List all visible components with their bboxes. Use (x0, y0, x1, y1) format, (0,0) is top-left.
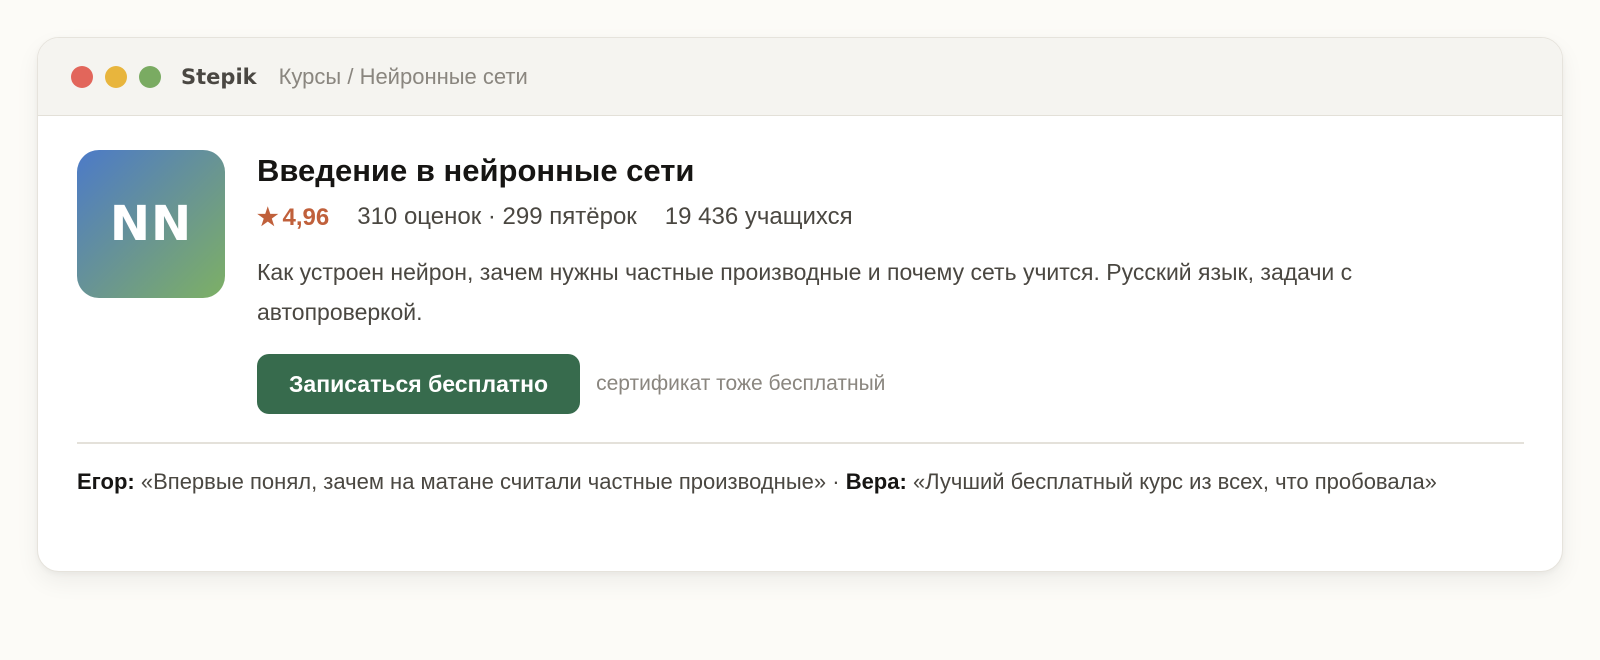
minimize-window-button[interactable] (105, 65, 127, 88)
maximize-window-button[interactable] (139, 65, 161, 88)
review-text: «Лучший бесплатный курс из всех, что про… (912, 469, 1437, 494)
review-text: «Впервые понял, зачем на матане считали … (140, 469, 827, 494)
star-icon: ★ (257, 203, 279, 231)
brand-name[interactable]: Stepik (181, 65, 257, 89)
course-title: Введение в нейронные сети (257, 153, 695, 188)
reviews: Егор: «Впервые понял, зачем на матане сч… (77, 466, 1442, 497)
browser-window: Stepik Курсы / Нейронные сети NN Введени… (37, 37, 1563, 572)
review-author: Егор: (77, 469, 135, 494)
course-meta: ★ 4,96 310 оценок · 299 пятёрок 19 436 уч… (257, 200, 1522, 234)
rating-value: 4,96 (282, 203, 330, 231)
certificate-note: сертификат тоже бесплатный (596, 372, 886, 395)
course-description: Как устроен нейрон, зачем нужны частные … (257, 259, 1353, 325)
rating: ★ 4,96 (257, 203, 329, 232)
review-author: Вера: (845, 469, 907, 494)
title-bar: Stepik Курсы / Нейронные сети (38, 38, 1562, 116)
divider (77, 442, 1524, 444)
course-card: NN Введение в нейронные сети ★ 4,96 310 о… (38, 116, 1562, 571)
breadcrumb[interactable]: Курсы / Нейронные сети (279, 64, 528, 90)
cta-row: Записаться бесплатно сертификат тоже бес… (257, 354, 1522, 414)
close-window-button[interactable] (71, 65, 93, 88)
course-info: Введение в нейронные сети ★ 4,96 310 оцен… (257, 150, 1522, 414)
course-logo-text: NN (109, 196, 193, 252)
enroll-button[interactable]: Записаться бесплатно (257, 354, 581, 414)
review-separator: · (832, 469, 840, 494)
ratings-summary: 310 оценок · 299 пятёрок (357, 203, 637, 230)
students-count: 19 436 учащихся (664, 203, 853, 230)
course-logo: NN (77, 150, 225, 298)
